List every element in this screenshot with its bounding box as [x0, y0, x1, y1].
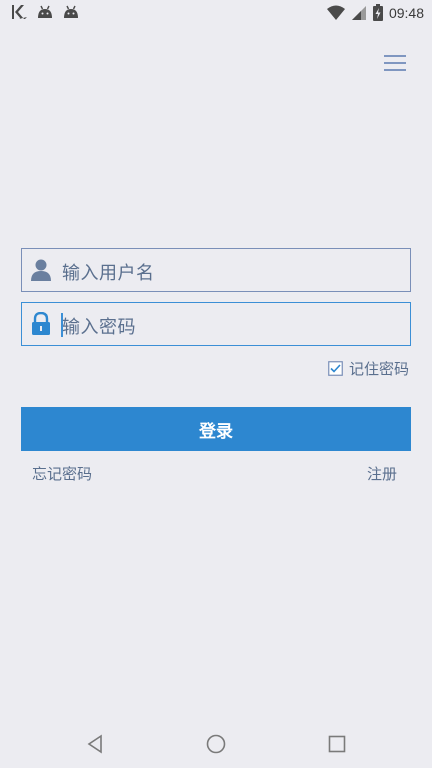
- register-link[interactable]: 注册: [367, 463, 397, 484]
- status-bar-right: 09:48: [326, 4, 424, 21]
- android-icon: [64, 5, 78, 18]
- android-icon: [38, 5, 52, 18]
- navigation-bar: [0, 720, 432, 768]
- recents-icon[interactable]: [325, 732, 349, 756]
- password-placeholder: 输入密码: [62, 317, 136, 338]
- remember-password-label: 记住密码: [349, 360, 410, 378]
- hamburger-menu-icon[interactable]: [382, 52, 408, 74]
- password-field[interactable]: 输入密码: [21, 302, 411, 346]
- home-icon[interactable]: [204, 732, 228, 756]
- app-k-icon: [12, 5, 27, 19]
- battery-charging-icon: [372, 4, 383, 21]
- wifi-icon: [326, 5, 345, 20]
- status-bar-left: [10, 4, 80, 20]
- checkbox-checked-icon: [328, 361, 343, 376]
- back-icon[interactable]: [83, 732, 107, 756]
- login-button[interactable]: 登录: [21, 407, 411, 451]
- status-time: 09:48: [388, 4, 424, 21]
- username-field[interactable]: 输入用户名: [21, 248, 411, 292]
- user-icon: [31, 259, 51, 281]
- username-placeholder: 输入用户名: [62, 263, 155, 284]
- signal-icon: [351, 5, 366, 20]
- lock-icon: [32, 312, 50, 335]
- forgot-password-link[interactable]: 忘记密码: [32, 463, 92, 484]
- remember-password-checkbox[interactable]: 记住密码: [328, 358, 409, 379]
- status-bar: 09:48: [0, 0, 432, 26]
